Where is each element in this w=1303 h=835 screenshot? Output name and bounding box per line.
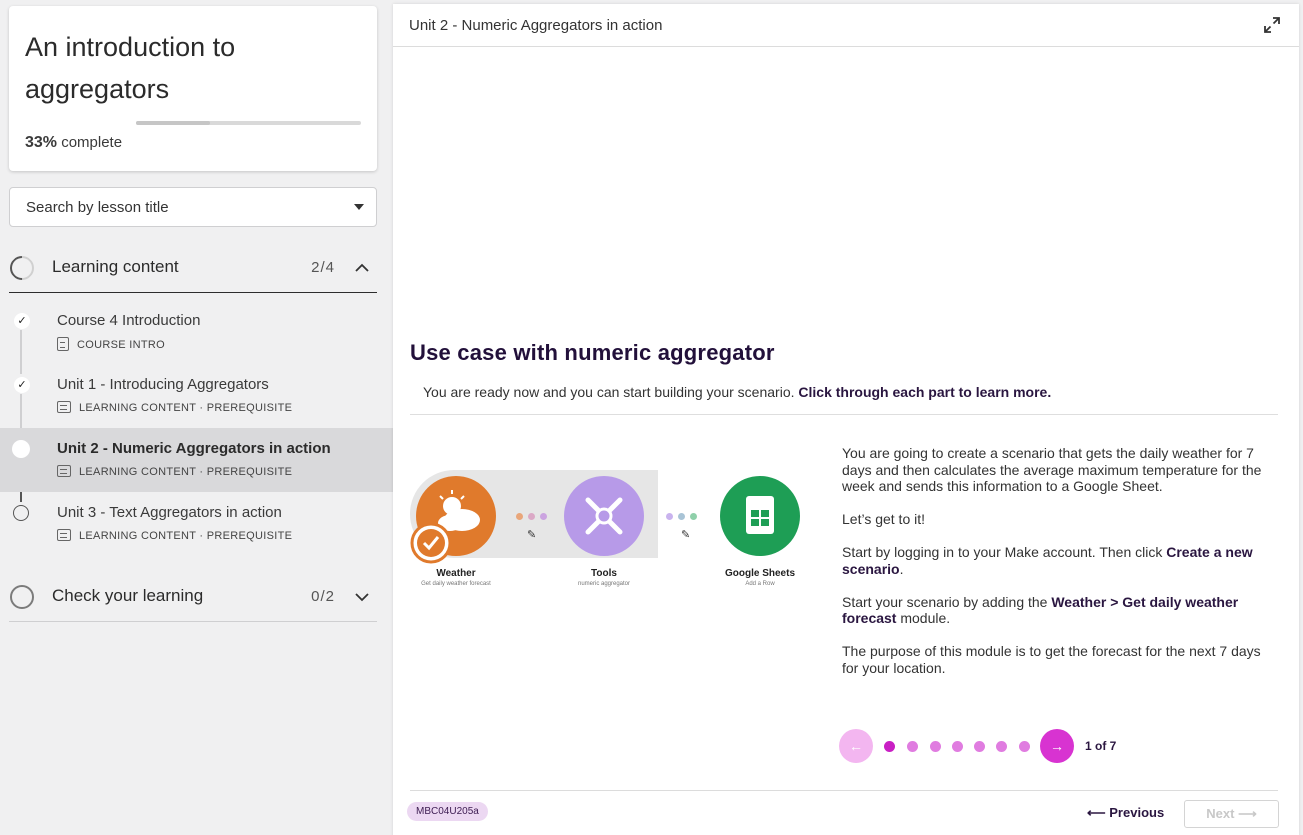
paragraph: The purpose of this module is to get the… [842, 643, 1261, 676]
carousel-dot[interactable] [930, 741, 941, 752]
lesson-meta: LEARNING CONTENT · PREREQUISITE [57, 529, 292, 542]
connector-dot [690, 513, 697, 520]
expand-icon[interactable] [1263, 16, 1281, 34]
lesson-code-badge: MBC04U205a [407, 802, 488, 821]
carousel-dot[interactable] [907, 741, 918, 752]
incomplete-step-icon [13, 505, 29, 521]
carousel-prev-button[interactable]: ← [839, 729, 873, 763]
course-title: An introduction to aggregators [25, 32, 236, 104]
lesson-meta: LEARNING CONTENT · PREREQUISITE [57, 465, 292, 478]
module-label: Weather [436, 568, 476, 579]
step-carousel: ← → 1 of 7 [839, 727, 1139, 767]
module-label: Tools [591, 568, 617, 579]
connector-dot [528, 513, 535, 520]
carousel-dot[interactable] [1019, 741, 1030, 752]
section-header-check-your-learning[interactable]: Check your learning 0/2 [9, 572, 377, 622]
section-title: Check your learning [52, 586, 204, 605]
lesson-search-select[interactable]: Search by lesson title [9, 187, 377, 227]
caret-down-icon [354, 204, 364, 210]
check-icon: ✓ [14, 377, 30, 393]
lesson-meta: COURSE INTRO [57, 337, 165, 351]
lesson-item-course-intro[interactable]: ✓ Course 4 Introduction COURSE INTRO [0, 300, 393, 364]
chevron-down-icon[interactable] [353, 588, 371, 606]
check-icon: ✓ [14, 313, 30, 329]
module-desc: Get daily weather forecast [421, 581, 491, 587]
section-count: 0/2 [311, 588, 335, 605]
scenario-flow-image: Weather Get daily weather forecast ✎ Too… [410, 466, 822, 606]
divider [410, 414, 1278, 415]
lesson-title: Unit 1 - Introducing Aggregators [57, 376, 269, 393]
google-sheets-module-icon [720, 476, 800, 556]
section-progress-ring-icon [5, 251, 39, 285]
section-header-learning-content[interactable]: Learning content 2/4 [5, 243, 377, 293]
paragraph: Start by logging in to your Make account… [842, 544, 1253, 577]
carousel-dot[interactable] [952, 741, 963, 752]
lesson-item-unit-2[interactable]: Unit 2 - Numeric Aggregators in action L… [0, 428, 393, 492]
lesson-title: Unit 2 - Numeric Aggregators in action [57, 440, 331, 457]
clock-icon [410, 522, 452, 564]
lesson-title: Course 4 Introduction [57, 312, 201, 329]
document-icon [57, 337, 69, 351]
course-progress-fill [136, 121, 211, 125]
section-title: Learning content [52, 257, 179, 276]
course-sidebar: An introduction to aggregators 33% compl… [0, 0, 393, 835]
use-case-heading: Use case with numeric aggregator [410, 340, 775, 365]
lesson-header: Unit 2 - Numeric Aggregators in action [393, 4, 1299, 47]
wrench-icon: ✎ [527, 529, 537, 541]
carousel-dot[interactable] [996, 741, 1007, 752]
lesson-item-unit-1[interactable]: ✓ Unit 1 - Introducing Aggregators LEARN… [0, 364, 393, 428]
arrow-left-icon: ⟵ [1087, 805, 1106, 820]
next-lesson-button[interactable]: Next ⟶ [1184, 800, 1279, 828]
connector-dot [678, 513, 685, 520]
paragraph: Let’s get to it! [842, 511, 926, 527]
arrow-right-icon: ⟶ [1238, 806, 1257, 821]
carousel-next-button[interactable]: → [1040, 729, 1074, 763]
divider [410, 790, 1278, 791]
progress-text: 33% complete [25, 134, 122, 152]
tools-module-icon [564, 476, 644, 556]
chevron-up-icon[interactable] [353, 259, 371, 277]
step-description: You are going to create a scenario that … [842, 445, 1262, 693]
carousel-dot[interactable] [974, 741, 985, 752]
search-placeholder: Search by lesson title [26, 199, 169, 216]
lesson-item-unit-3[interactable]: Unit 3 - Text Aggregators in action LEAR… [0, 492, 393, 556]
slides-icon [57, 401, 71, 413]
lesson-meta: LEARNING CONTENT · PREREQUISITE [57, 401, 292, 414]
section-progress-ring-icon [10, 585, 34, 609]
module-desc: Add a Row [745, 581, 775, 587]
current-step-icon [12, 440, 30, 458]
connector-dot [666, 513, 673, 520]
progress-label: complete [61, 134, 123, 151]
connector-dot [516, 513, 523, 520]
lesson-header-title: Unit 2 - Numeric Aggregators in action [409, 17, 663, 34]
module-label: Google Sheets [724, 568, 795, 579]
course-progress-bar [136, 121, 361, 125]
lesson-panel: Unit 2 - Numeric Aggregators in action U… [393, 4, 1299, 835]
carousel-counter: 1 of 7 [1085, 739, 1117, 753]
progress-percent: 33% [25, 134, 58, 151]
use-case-subtitle: You are ready now and you can start buil… [423, 384, 1052, 400]
connector-dot [540, 513, 547, 520]
slides-icon [57, 529, 71, 541]
paragraph: You are going to create a scenario that … [842, 445, 1262, 494]
lesson-title: Unit 3 - Text Aggregators in action [57, 504, 282, 521]
course-card: An introduction to aggregators 33% compl… [9, 6, 377, 171]
slides-icon [57, 465, 71, 477]
carousel-dot[interactable] [884, 741, 895, 752]
section-count: 2/4 [311, 259, 335, 276]
paragraph: Start your scenario by adding the Weathe… [842, 593, 1239, 627]
previous-lesson-button[interactable]: ⟵ Previous [1087, 805, 1164, 821]
module-desc: numeric aggregator [577, 581, 631, 587]
wrench-icon: ✎ [681, 529, 691, 541]
